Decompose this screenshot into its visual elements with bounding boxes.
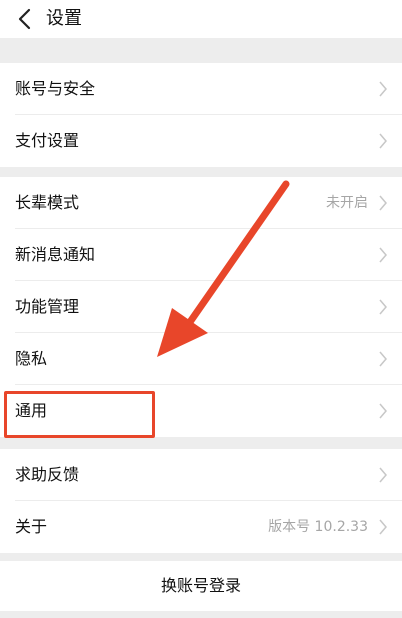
settings-item-features[interactable]: 功能管理 — [0, 281, 402, 333]
settings-item-privacy[interactable]: 隐私 — [0, 333, 402, 385]
chevron-right-icon — [379, 403, 387, 419]
settings-item-payment[interactable]: 支付设置 — [0, 115, 402, 167]
switch-account-label: 换账号登录 — [160, 576, 241, 595]
settings-item-about[interactable]: 关于 版本号 10.2.33 — [0, 501, 402, 553]
header-bar: 设置 — [0, 0, 402, 38]
highlight-box — [4, 391, 155, 438]
chevron-right-icon — [379, 467, 387, 483]
settings-item-account-security[interactable]: 账号与安全 — [0, 63, 402, 115]
chevron-right-icon — [379, 519, 387, 535]
settings-item-label: 关于 — [15, 517, 48, 536]
chevron-right-icon — [379, 195, 387, 211]
page-title: 设置 — [46, 8, 82, 29]
settings-item-help-feedback[interactable]: 求助反馈 — [0, 449, 402, 501]
settings-item-label: 求助反馈 — [15, 465, 80, 484]
chevron-right-icon — [379, 133, 387, 149]
chevron-right-icon — [379, 81, 387, 97]
settings-item-elder-mode[interactable]: 长辈模式 未开启 — [0, 177, 402, 229]
settings-page: 设置 账号与安全 支付设置 长辈模式 未开启 新消息通知 功能管理 隐私 通用 … — [0, 0, 402, 618]
settings-item-label: 功能管理 — [15, 297, 80, 316]
settings-item-value: 版本号 10.2.33 — [268, 519, 368, 535]
switch-account-button[interactable]: 换账号登录 — [0, 561, 402, 611]
chevron-right-icon — [379, 299, 387, 315]
settings-item-label: 隐私 — [15, 349, 48, 368]
settings-item-label: 长辈模式 — [15, 193, 80, 212]
settings-item-value: 未开启 — [326, 195, 368, 211]
chevron-right-icon — [379, 247, 387, 263]
back-button[interactable] — [14, 6, 36, 32]
settings-item-label: 支付设置 — [15, 131, 80, 150]
chevron-right-icon — [379, 351, 387, 367]
settings-item-label: 新消息通知 — [15, 245, 96, 264]
chevron-left-icon — [18, 8, 31, 30]
settings-item-notifications[interactable]: 新消息通知 — [0, 229, 402, 281]
settings-item-label: 账号与安全 — [15, 79, 96, 98]
